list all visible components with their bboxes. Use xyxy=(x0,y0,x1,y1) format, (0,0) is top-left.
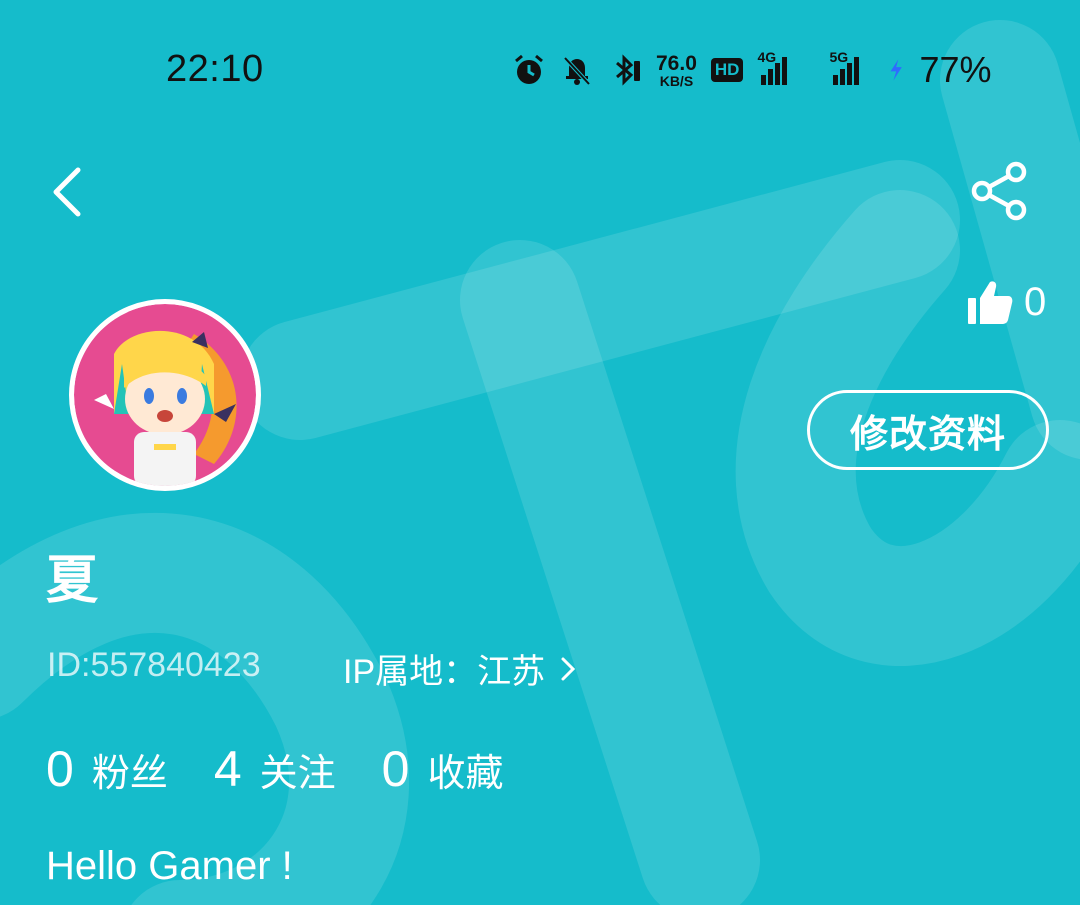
stat-following[interactable]: 4 关注 xyxy=(214,740,336,798)
username: 夏 xyxy=(46,552,99,610)
likes-count: 0 xyxy=(1024,279,1047,324)
avatar[interactable] xyxy=(69,299,261,491)
back-button[interactable] xyxy=(46,164,90,220)
user-bio: Hello Gamer ! xyxy=(46,844,293,888)
profile-stats: 0 粉丝 4 关注 0 收藏 xyxy=(46,740,503,798)
stat-following-count: 4 xyxy=(213,741,242,797)
stat-followers[interactable]: 0 粉丝 xyxy=(46,740,168,798)
stat-followers-label: 粉丝 xyxy=(91,753,168,795)
signal-4g-label: 4G xyxy=(757,49,777,65)
stat-favorites-label: 收藏 xyxy=(427,753,504,795)
avatar-illustration xyxy=(74,304,256,486)
like-counter[interactable]: 0 xyxy=(966,278,1046,326)
share-button[interactable] xyxy=(968,160,1030,222)
signal-5g-label: 5G xyxy=(829,49,849,65)
thumbs-up-icon xyxy=(968,281,1013,324)
mute-bell-icon xyxy=(563,56,591,86)
ip-location-label: IP属地：江苏 xyxy=(343,653,546,691)
bluetooth-icon xyxy=(616,54,640,86)
stat-favorites[interactable]: 0 收藏 xyxy=(382,740,504,798)
net-speed: 76.0 KB/S xyxy=(656,53,697,88)
net-speed-value: 76.0 xyxy=(656,51,697,75)
chevron-left-icon xyxy=(53,167,81,217)
signal-4g: 4G xyxy=(757,49,803,85)
stat-favorites-count: 0 xyxy=(381,741,410,797)
status-time: 22:10 xyxy=(166,48,264,90)
user-id: ID:557840423 xyxy=(47,646,261,684)
ip-location-link[interactable]: IP属地：江苏 xyxy=(343,644,577,693)
hd-badge: HD xyxy=(710,58,744,82)
alarm-icon xyxy=(515,54,543,84)
battery-percent: 77% xyxy=(919,49,992,90)
chevron-right-icon xyxy=(561,657,576,680)
net-speed-unit: KB/S xyxy=(659,72,694,89)
stat-followers-count: 0 xyxy=(46,741,74,797)
stat-following-label: 关注 xyxy=(259,753,336,795)
status-icons: 76.0 KB/S HD 4G 5G 77% xyxy=(512,48,992,92)
signal-5g: 5G xyxy=(817,49,873,85)
edit-profile-button[interactable]: 修改资料 xyxy=(807,390,1049,470)
share-icon xyxy=(971,161,1027,221)
charging-icon xyxy=(890,59,903,81)
